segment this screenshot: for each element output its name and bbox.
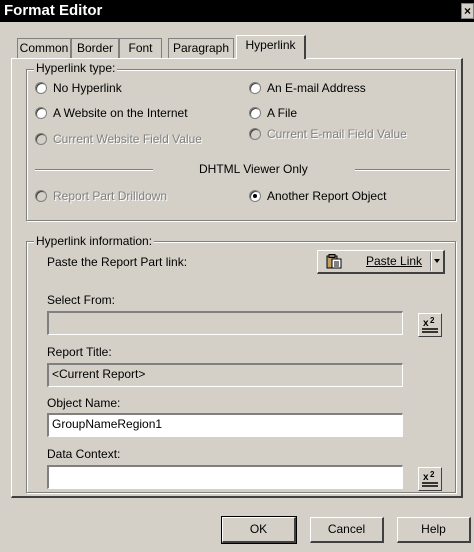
radio-circle-selected — [249, 190, 261, 202]
close-button[interactable]: × — [461, 3, 474, 19]
format-editor-dialog: Format Editor × Common Border Font Parag… — [0, 0, 474, 552]
svg-text:2: 2 — [430, 316, 435, 325]
help-button[interactable]: Help — [397, 517, 471, 543]
radio-email[interactable]: An E-mail Address — [249, 81, 366, 95]
tab-font[interactable]: Font — [119, 38, 162, 58]
radio-label: No Hyperlink — [53, 81, 122, 95]
tab-paragraph[interactable]: Paragraph — [168, 38, 234, 58]
radio-another-report-object[interactable]: Another Report Object — [249, 189, 386, 203]
radio-circle — [35, 190, 47, 202]
clipboard-icon — [326, 254, 342, 272]
object-name-label: Object Name: — [47, 396, 121, 410]
hyperlink-info-label: Hyperlink information: — [34, 234, 155, 248]
cancel-button[interactable]: Cancel — [310, 517, 384, 543]
svg-text:x: x — [423, 472, 429, 483]
radio-website[interactable]: A Website on the Internet — [35, 106, 188, 120]
hyperlink-type-label: Hyperlink type: — [34, 61, 118, 75]
svg-text:2: 2 — [430, 470, 435, 479]
data-context-label: Data Context: — [47, 447, 121, 461]
object-name-input[interactable]: GroupNameRegion1 — [47, 413, 403, 437]
radio-label: A Website on the Internet — [53, 106, 188, 120]
ok-button[interactable]: OK — [221, 516, 297, 544]
data-context-browse-button[interactable]: x 2 — [418, 467, 442, 491]
radio-circle — [35, 107, 47, 119]
report-title-field: <Current Report> — [47, 363, 403, 387]
radio-current-website-field: Current Website Field Value — [35, 132, 202, 146]
radio-label: Another Report Object — [267, 189, 387, 203]
radio-label: Current E-mail Field Value — [267, 127, 407, 141]
radio-circle — [249, 128, 261, 140]
radio-circle — [249, 82, 261, 94]
tab-border[interactable]: Border — [71, 38, 119, 58]
tab-common[interactable]: Common — [17, 38, 71, 58]
radio-label: A File — [267, 106, 298, 120]
radio-circle — [249, 107, 261, 119]
dialog-title: Format Editor — [4, 2, 103, 19]
paste-link-button[interactable]: Paste Link — [317, 250, 445, 274]
radio-no-hyperlink[interactable]: No Hyperlink — [35, 81, 122, 95]
radio-file[interactable]: A File — [249, 106, 297, 120]
dhtml-viewer-caption: DHTML Viewer Only — [199, 162, 308, 176]
radio-label: An E-mail Address — [267, 81, 366, 95]
chevron-down-icon[interactable] — [434, 259, 440, 263]
radio-current-email-field: Current E-mail Field Value — [249, 127, 407, 141]
radio-circle — [35, 82, 47, 94]
paste-link-label: Paste Link — [366, 254, 423, 268]
select-from-label: Select From: — [47, 293, 116, 307]
select-from-field[interactable] — [47, 311, 403, 335]
separator-left — [35, 169, 153, 171]
separator-right — [355, 169, 450, 171]
select-from-browse-button[interactable]: x 2 — [418, 313, 442, 337]
radio-label: Report Part Drilldown — [53, 189, 168, 203]
tab-hyperlink[interactable]: Hyperlink — [236, 35, 306, 59]
radio-report-part-drilldown: Report Part Drilldown — [35, 189, 167, 203]
paste-prompt-label: Paste the Report Part link: — [47, 255, 188, 269]
close-icon: × — [464, 4, 472, 18]
title-bar: Format Editor × — [0, 0, 474, 22]
split-divider — [430, 252, 432, 271]
xy-picker-icon: x 2 — [419, 470, 441, 493]
radio-label: Current Website Field Value — [53, 132, 202, 146]
data-context-input[interactable] — [47, 465, 403, 489]
report-title-label: Report Title: — [47, 345, 112, 359]
svg-text:x: x — [423, 318, 429, 329]
radio-circle — [35, 133, 47, 145]
xy-picker-icon: x 2 — [419, 316, 441, 339]
